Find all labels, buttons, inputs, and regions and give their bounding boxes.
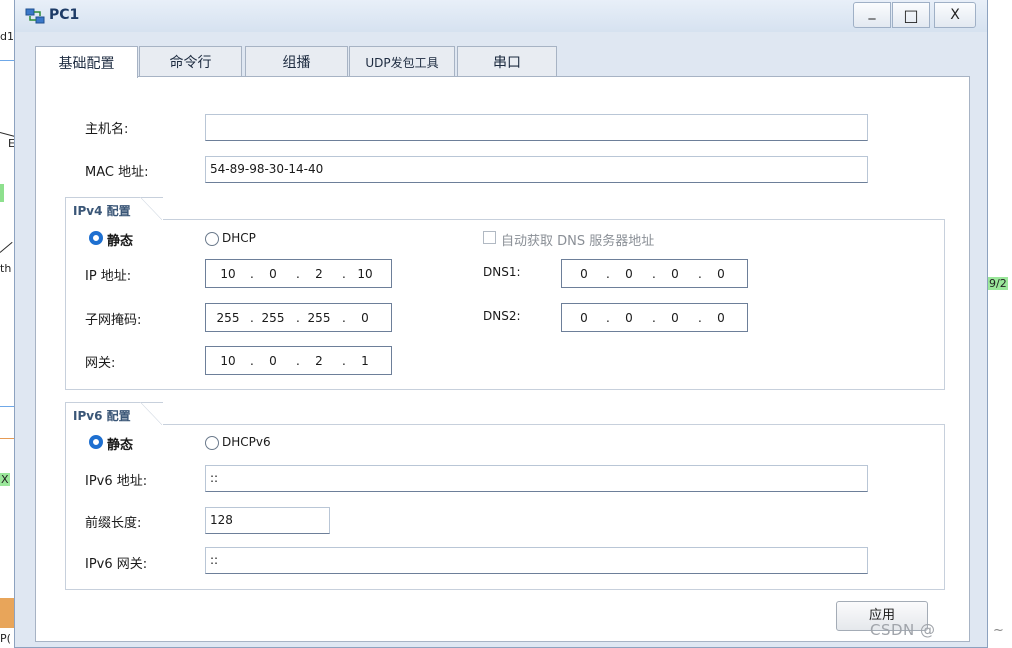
ip-label: IP 地址: [85, 269, 132, 284]
ipv6-dhcp-radio[interactable] [205, 436, 219, 450]
apply-button-label: 应用 [868, 607, 895, 623]
maximize-button[interactable]: □ [892, 2, 930, 28]
bg-link-label [0, 184, 4, 202]
ipv6-gateway-label: IPv6 网关: [85, 557, 148, 572]
basic-config-panel: 主机名: MAC 地址: 54-89-98-30-14-40 IPv4 配置 静… [35, 76, 970, 642]
dns2-label: DNS2: [483, 309, 521, 323]
dns2-input[interactable]: 0. 0. 0. 0 [561, 303, 748, 332]
gateway-input[interactable]: 10. 0. 2. 1 [205, 346, 392, 375]
prefix-length-input[interactable]: 128 [205, 507, 330, 534]
hostname-input[interactable] [205, 114, 868, 141]
maximize-icon: □ [903, 5, 919, 25]
watermark: CSDN @ [870, 621, 936, 639]
network-pc-icon [25, 8, 45, 24]
window-title: PC1 [49, 7, 80, 23]
subnet-mask-input[interactable]: 255. 255. 255. 0 [205, 303, 392, 332]
bg-fragment: ~ [993, 623, 1004, 638]
ipv6-dhcp-label: DHCPv6 [222, 435, 271, 449]
bg-link-line [0, 438, 14, 439]
hostname-label: 主机名: [85, 122, 129, 137]
prefix-length-label: 前缀长度: [85, 516, 142, 531]
minimize-icon: _ [868, 4, 876, 20]
tab-command-line[interactable]: 命令行 [139, 46, 242, 77]
close-icon: X [950, 7, 960, 23]
tab-serial[interactable]: 串口 [457, 46, 557, 77]
tab-udp-tool[interactable]: UDP发包工具 [349, 46, 455, 77]
title-bar[interactable]: PC1 _ □ X [15, 0, 987, 32]
tab-multicast[interactable]: 组播 [245, 46, 348, 77]
auto-dns-label: 自动获取 DNS 服务器地址 [501, 234, 655, 249]
ip-address-input[interactable]: 10. 0. 2. 10 [205, 259, 392, 288]
ipv6-address-label: IPv6 地址: [85, 474, 148, 489]
ipv4-static-label: 静态 [107, 234, 134, 249]
bg-link-line [0, 406, 14, 407]
dns1-label: DNS1: [483, 265, 521, 279]
pc-config-window: PC1 _ □ X 基础配置 命令行 组播 UDP发包工具 串口 主机名: MA… [14, 0, 988, 648]
bg-link-label: 9/2 [988, 277, 1008, 290]
ipv6-gateway-input[interactable]: :: [205, 547, 868, 574]
close-button[interactable]: X [934, 2, 976, 28]
gateway-label: 网关: [85, 356, 116, 371]
tab-basic-config[interactable]: 基础配置 [35, 46, 138, 78]
ipv6-static-label: 静态 [107, 438, 134, 453]
bg-link-label: X [0, 473, 10, 486]
ipv6-address-input[interactable]: :: [205, 465, 868, 492]
bg-device-label: d1 [0, 30, 14, 43]
bg-device-label: P( [0, 632, 11, 645]
topology-canvas-right [988, 0, 1012, 648]
ipv4-static-radio[interactable] [89, 231, 103, 245]
auto-dns-checkbox[interactable] [483, 231, 496, 244]
ipv4-dhcp-radio[interactable] [205, 232, 219, 246]
ipv4-dhcp-label: DHCP [222, 231, 256, 245]
topology-canvas-left [0, 0, 14, 648]
mask-label: 子网掩码: [85, 313, 142, 328]
minimize-button[interactable]: _ [853, 2, 891, 28]
mac-label: MAC 地址: [85, 165, 149, 180]
mac-input[interactable]: 54-89-98-30-14-40 [205, 156, 868, 183]
bg-device-label: th [0, 262, 12, 275]
bg-device-icon [0, 598, 14, 628]
bg-link-line [0, 60, 14, 61]
dns1-input[interactable]: 0. 0. 0. 0 [561, 259, 748, 288]
ipv6-static-radio[interactable] [89, 435, 103, 449]
